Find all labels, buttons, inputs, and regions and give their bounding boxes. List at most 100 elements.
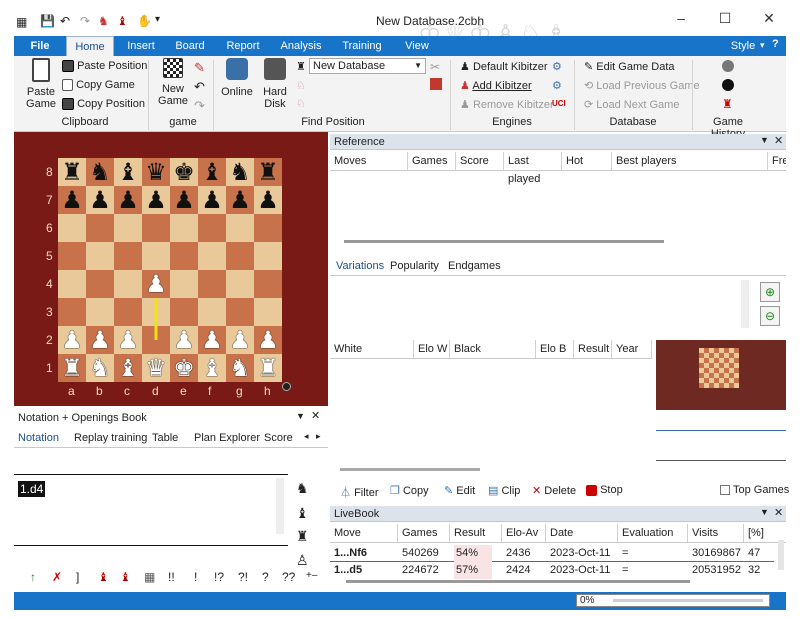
col-result[interactable]: Result: [450, 524, 502, 542]
stop-button[interactable]: Stop: [586, 484, 623, 496]
tab-variations[interactable]: Variations: [336, 260, 384, 272]
tab-file[interactable]: File: [14, 36, 66, 56]
col-games[interactable]: Games: [398, 524, 450, 542]
style-menu[interactable]: Style: [726, 36, 760, 56]
panel-menu-icon[interactable]: ▼: [296, 411, 305, 421]
panel-close-icon[interactable]: ✕: [774, 506, 783, 519]
tab-training[interactable]: Training: [336, 36, 388, 56]
history-list-icon[interactable]: ♜: [722, 97, 733, 111]
paste-position-button[interactable]: Paste Position: [62, 60, 147, 73]
delete-button[interactable]: ✕ Delete: [532, 484, 576, 497]
tab-endgames[interactable]: Endgames: [448, 260, 501, 272]
delete-variation-icon[interactable]: ✗: [52, 570, 62, 584]
minimize-button[interactable]: –: [666, 10, 696, 26]
online-search-button[interactable]: Online: [220, 58, 254, 98]
col-date[interactable]: Date: [546, 524, 618, 542]
panel-close-icon[interactable]: ✕: [774, 134, 783, 147]
engine-settings-icon[interactable]: ⚙: [552, 60, 562, 73]
default-kibitzer-button[interactable]: ♟ Default Kibitzer: [460, 60, 548, 73]
replace-game-icon[interactable]: ↶: [194, 79, 205, 95]
col-percent[interactable]: [%]: [744, 524, 774, 542]
load-previous-game-button[interactable]: ⟲ Load Previous Game: [584, 79, 700, 92]
remove-kibitzer-button[interactable]: ♟ Remove Kibitzer: [460, 98, 554, 111]
reference-scrollbar[interactable]: [344, 240, 664, 243]
load-next-game-button[interactable]: ⟳ Load Next Game: [584, 98, 679, 111]
games-scrollbar[interactable]: [340, 468, 480, 471]
forward-game-icon[interactable]: ↷: [194, 98, 205, 114]
symbol-good[interactable]: !: [194, 570, 197, 584]
paste-game-button[interactable]: Paste Game: [24, 58, 58, 112]
col-move[interactable]: Move: [330, 524, 398, 542]
tab-popularity[interactable]: Popularity: [390, 260, 439, 272]
top-games-checkbox[interactable]: [720, 485, 730, 495]
search-knight-icon[interactable]: ♘: [296, 79, 306, 92]
help-icon[interactable]: ?: [772, 38, 779, 50]
notation-tool-icon[interactable]: ♜: [296, 528, 309, 545]
col-best-players[interactable]: Best players: [612, 152, 768, 170]
col-last-played[interactable]: Last played: [504, 152, 562, 185]
variations-scrollbar[interactable]: [741, 280, 749, 328]
tab-table[interactable]: Table: [152, 432, 178, 444]
edit-game-icon[interactable]: ✎: [194, 60, 205, 76]
board-diagram-icon[interactable]: ▦: [144, 570, 155, 584]
col-games[interactable]: Games: [408, 152, 456, 170]
promote-icon[interactable]: ♝: [98, 570, 109, 584]
style-dropdown-icon[interactable]: ▾: [760, 40, 765, 51]
search-option-icon[interactable]: ✂: [430, 60, 440, 74]
symbol-interesting[interactable]: !?: [214, 570, 224, 584]
notation-move[interactable]: 1.d4: [18, 481, 46, 497]
tab-board[interactable]: Board: [168, 36, 212, 56]
up-arrow-icon[interactable]: ↑: [30, 570, 36, 584]
symbol-blunder[interactable]: ??: [282, 570, 295, 584]
symbol-dubious[interactable]: ?!: [238, 570, 248, 584]
livebook-scrollbar[interactable]: [778, 540, 784, 570]
copy-position-button[interactable]: Copy Position: [62, 98, 145, 111]
tab-scroll-right-icon[interactable]: ▸: [316, 431, 321, 442]
tab-plan-explorer[interactable]: Plan Explorer: [194, 432, 260, 444]
filter-button[interactable]: ⏃ Filter: [340, 484, 379, 500]
symbol-advantage[interactable]: +–: [306, 570, 317, 581]
col-black[interactable]: Black: [450, 340, 536, 358]
notation-tool-icon[interactable]: ♙: [296, 552, 309, 569]
close-button[interactable]: ✕: [754, 10, 784, 27]
tab-notation[interactable]: Notation: [18, 432, 59, 444]
table-row[interactable]: 1...d5 224672 57% 2424 2023-Oct-11 = 20531952 3…: [330, 562, 774, 579]
mini-board[interactable]: [699, 348, 739, 388]
col-freq[interactable]: Freq: [768, 152, 786, 170]
tab-score[interactable]: Score: [264, 432, 293, 444]
panel-menu-icon[interactable]: ▼: [760, 135, 769, 145]
col-year[interactable]: Year: [612, 340, 652, 358]
symbol-mistake[interactable]: ?: [262, 570, 269, 584]
zoom-in-icon[interactable]: ⊕: [760, 282, 780, 302]
table-row[interactable]: 1...Nf6 540269 54% 2436 2023-Oct-11 = 30169867…: [330, 545, 774, 562]
notation-scrollbar[interactable]: [276, 478, 284, 534]
panel-menu-icon[interactable]: ▼: [760, 507, 769, 517]
clip-button[interactable]: ▤ Clip: [488, 484, 520, 497]
edit-game-data-button[interactable]: ✎ Edit Game Data: [584, 60, 675, 73]
new-game-button[interactable]: New Game: [156, 58, 190, 107]
tab-report[interactable]: Report: [220, 36, 266, 56]
tab-home[interactable]: Home: [66, 36, 114, 56]
notation-tool-icon[interactable]: ♞: [296, 480, 309, 497]
tab-analysis[interactable]: Analysis: [276, 36, 326, 56]
notation-tool-icon[interactable]: ♝: [296, 505, 309, 522]
col-moves[interactable]: Moves: [330, 152, 408, 170]
col-score[interactable]: Score: [456, 152, 504, 170]
symbol-brilliant[interactable]: !!: [168, 570, 175, 584]
copy-button[interactable]: ❐ Copy: [390, 484, 429, 497]
col-evaluation[interactable]: Evaluation: [618, 524, 688, 542]
hard-disk-search-button[interactable]: Hard Disk: [258, 58, 292, 110]
uci-icon[interactable]: UCI: [552, 99, 566, 108]
search-knight-alt-icon[interactable]: ♘: [296, 97, 306, 110]
demote-icon[interactable]: ♝: [120, 570, 131, 584]
add-kibitzer-button[interactable]: ♟ Add Kibitzer: [460, 79, 532, 92]
col-result[interactable]: Result: [574, 340, 612, 358]
col-visits[interactable]: Visits: [688, 524, 744, 542]
panel-close-icon[interactable]: ✕: [311, 409, 320, 422]
tab-scroll-left-icon[interactable]: ◂: [304, 431, 309, 442]
col-elo-w[interactable]: Elo W: [414, 340, 450, 358]
database-select[interactable]: New Database ▼: [309, 58, 426, 74]
notation-area[interactable]: 1.d4: [14, 474, 288, 546]
livebook-h-scrollbar[interactable]: [346, 580, 690, 583]
maximize-button[interactable]: ☐: [710, 10, 740, 27]
